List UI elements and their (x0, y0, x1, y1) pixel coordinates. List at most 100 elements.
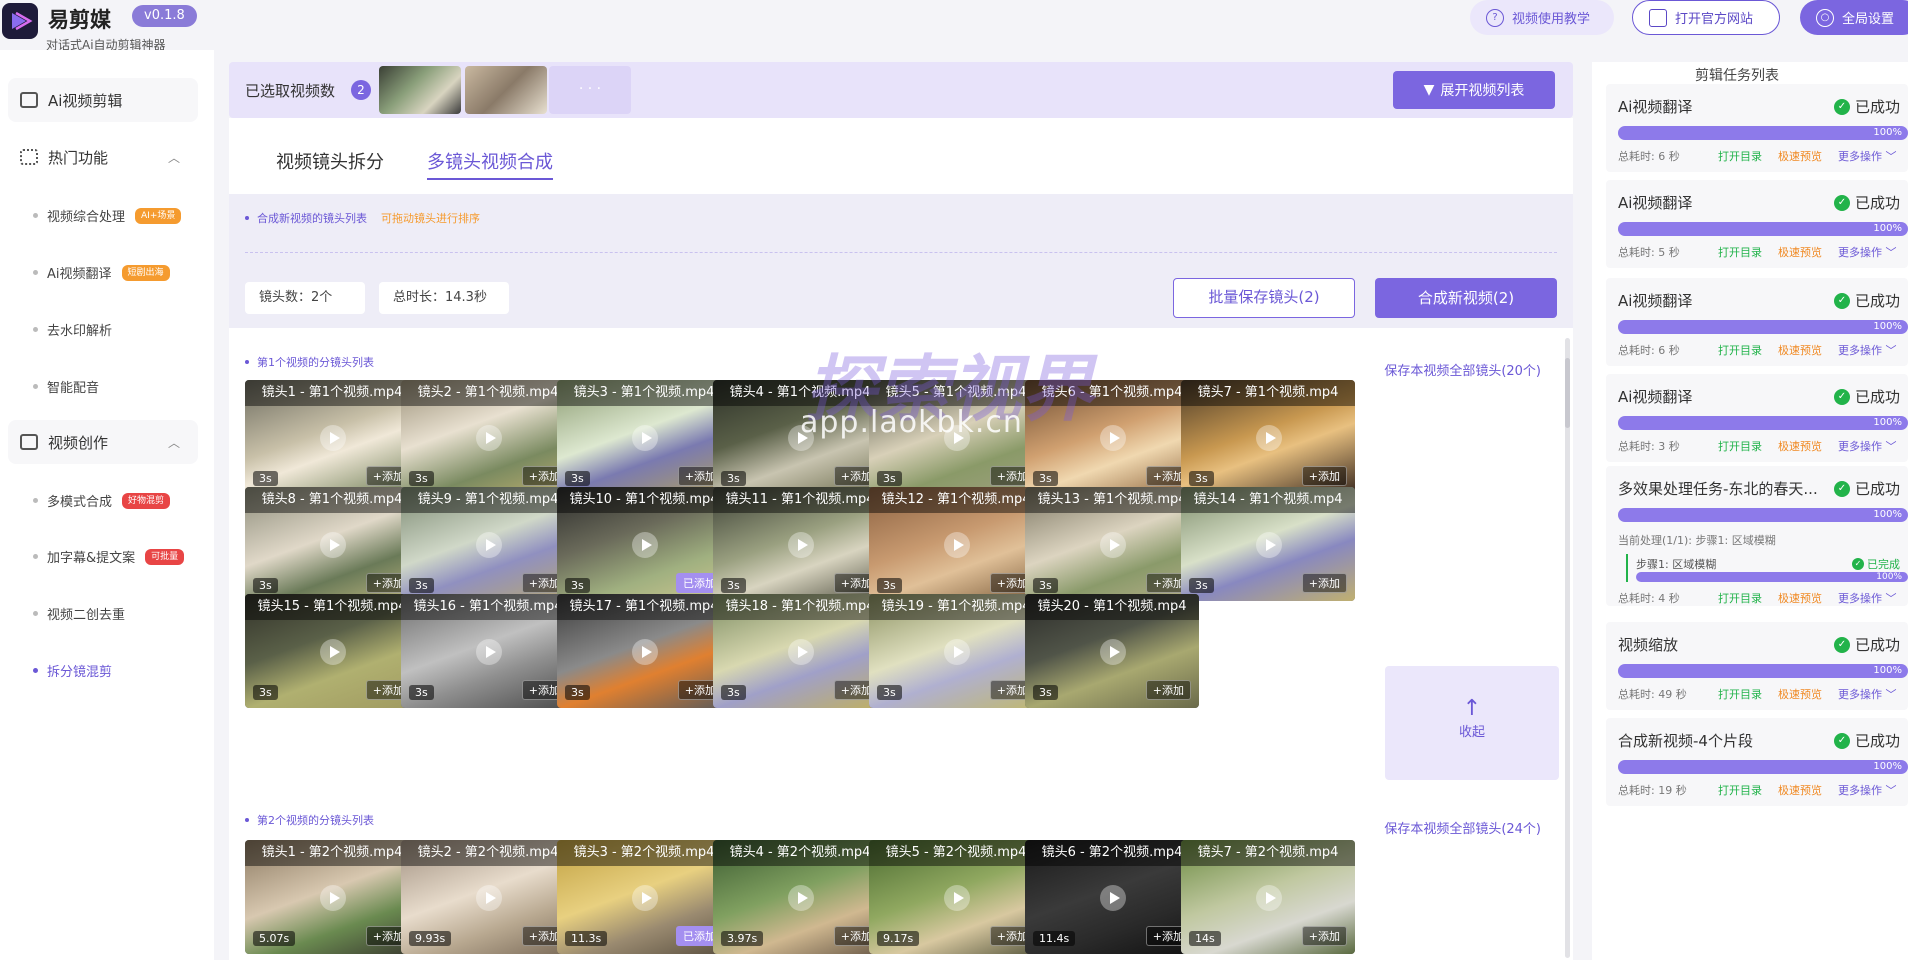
play-icon[interactable] (788, 639, 814, 665)
play-icon[interactable] (1100, 639, 1126, 665)
play-icon[interactable] (1256, 532, 1282, 558)
sidebar-item-watermark[interactable]: 去水印解析 (33, 320, 112, 339)
scrollbar[interactable] (1565, 338, 1570, 958)
selected-thumbnail[interactable] (379, 66, 461, 114)
preview-link[interactable]: 极速预览 (1778, 782, 1822, 798)
video1-save-all[interactable]: 保存本视频全部镜头(20个) (1384, 360, 1541, 379)
sidebar-item-ai-edit[interactable]: Ai视频剪辑 (8, 78, 198, 122)
clip-card[interactable]: 镜头1 - 第2个视频.mp4 5.07s +添加 (245, 840, 419, 954)
preview-link[interactable]: 极速预览 (1778, 438, 1822, 454)
clip-card[interactable]: 镜头1 - 第1个视频.mp4 3s +添加 (245, 380, 419, 494)
merge-button[interactable]: 合成新视频(2) (1375, 278, 1557, 318)
play-icon[interactable] (476, 532, 502, 558)
sidebar-item-dubbing[interactable]: 智能配音 (33, 377, 99, 396)
play-icon[interactable] (788, 532, 814, 558)
open-dir-link[interactable]: 打开目录 (1718, 782, 1762, 798)
clip-card[interactable]: 镜头3 - 第1个视频.mp4 3s +添加 (557, 380, 731, 494)
play-icon[interactable] (476, 885, 502, 911)
clip-card[interactable]: 镜头18 - 第1个视频.mp4 3s +添加 (713, 594, 887, 708)
add-clip-button[interactable]: +添加 (1145, 680, 1191, 700)
open-dir-link[interactable]: 打开目录 (1718, 342, 1762, 358)
play-icon[interactable] (476, 425, 502, 451)
more-actions-link[interactable]: 更多操作 ﹀ (1838, 244, 1897, 260)
tab-split[interactable]: 视频镜头拆分 (276, 148, 384, 174)
clip-card[interactable]: 镜头2 - 第1个视频.mp4 3s +添加 (401, 380, 575, 494)
add-clip-button[interactable]: +添加 (1301, 573, 1347, 593)
website-button[interactable]: 打开官方网站 (1632, 0, 1780, 35)
drop-zone[interactable] (245, 252, 1557, 253)
clip-card[interactable]: 镜头7 - 第2个视频.mp4 14s +添加 (1181, 840, 1355, 954)
clip-card[interactable]: 镜头19 - 第1个视频.mp4 3s +添加 (869, 594, 1043, 708)
play-icon[interactable] (320, 532, 346, 558)
sidebar-item-video-process[interactable]: 视频综合处理 AI+场景 (33, 206, 182, 225)
play-icon[interactable] (1100, 532, 1126, 558)
preview-link[interactable]: 极速预览 (1778, 686, 1822, 702)
more-actions-link[interactable]: 更多操作 ﹀ (1838, 782, 1897, 798)
more-actions-link[interactable]: 更多操作 ﹀ (1838, 342, 1897, 358)
play-icon[interactable] (1256, 425, 1282, 451)
open-dir-link[interactable]: 打开目录 (1718, 148, 1762, 164)
sidebar-group-hot[interactable]: 热门功能 ︿ (8, 135, 198, 179)
play-icon[interactable] (320, 639, 346, 665)
add-clip-button[interactable]: +添加 (1301, 926, 1347, 946)
clip-card[interactable]: 镜头2 - 第2个视频.mp4 9.93s +添加 (401, 840, 575, 954)
play-icon[interactable] (632, 639, 658, 665)
sidebar-group-create[interactable]: 视频创作 ︿ (8, 420, 198, 464)
more-actions-link[interactable]: 更多操作 ﹀ (1838, 148, 1897, 164)
clip-card[interactable]: 镜头17 - 第1个视频.mp4 3s +添加 (557, 594, 731, 708)
clip-card[interactable]: 镜头4 - 第2个视频.mp4 3.97s +添加 (713, 840, 887, 954)
preview-link[interactable]: 极速预览 (1778, 244, 1822, 260)
more-actions-link[interactable]: 更多操作 ﹀ (1838, 686, 1897, 702)
clip-card[interactable]: 镜头3 - 第2个视频.mp4 11.3s 已添加 (557, 840, 731, 954)
more-actions-link[interactable]: 更多操作 ﹀ (1838, 438, 1897, 454)
play-icon[interactable] (632, 532, 658, 558)
clip-card[interactable]: 镜头9 - 第1个视频.mp4 3s +添加 (401, 487, 575, 601)
add-clip-button[interactable]: +添加 (1301, 466, 1347, 486)
selection-more[interactable]: · · · (549, 66, 631, 114)
collapse-button[interactable]: ↑ 收起 (1385, 666, 1559, 780)
tutorial-button[interactable]: ? 视频使用教学 (1470, 0, 1614, 35)
clip-card[interactable]: 镜头14 - 第1个视频.mp4 3s +添加 (1181, 487, 1355, 601)
clip-card[interactable]: 镜头15 - 第1个视频.mp4 3s +添加 (245, 594, 419, 708)
clip-card[interactable]: 镜头11 - 第1个视频.mp4 3s +添加 (713, 487, 887, 601)
clip-card[interactable]: 镜头5 - 第2个视频.mp4 9.17s +添加 (869, 840, 1043, 954)
play-icon[interactable] (944, 639, 970, 665)
open-dir-link[interactable]: 打开目录 (1718, 590, 1762, 606)
play-icon[interactable] (1100, 425, 1126, 451)
sidebar-item-ai-translate[interactable]: Ai视频翻译 短剧出海 (33, 263, 170, 282)
clip-card[interactable]: 镜头8 - 第1个视频.mp4 3s +添加 (245, 487, 419, 601)
play-icon[interactable] (320, 425, 346, 451)
sidebar-item-split-mix[interactable]: 拆分镜混剪 (33, 661, 112, 680)
batch-save-button[interactable]: 批量保存镜头(2) (1173, 278, 1355, 318)
preview-link[interactable]: 极速预览 (1778, 342, 1822, 358)
play-icon[interactable] (944, 532, 970, 558)
play-icon[interactable] (944, 885, 970, 911)
clip-card[interactable]: 镜头6 - 第2个视频.mp4 11.4s +添加 (1025, 840, 1199, 954)
clip-card[interactable]: 镜头12 - 第1个视频.mp4 3s +添加 (869, 487, 1043, 601)
open-dir-link[interactable]: 打开目录 (1718, 244, 1762, 260)
play-icon[interactable] (788, 885, 814, 911)
sidebar-item-multi-mode[interactable]: 多模式合成 好物混剪 (33, 491, 171, 510)
play-icon[interactable] (476, 639, 502, 665)
open-dir-link[interactable]: 打开目录 (1718, 686, 1762, 702)
preview-link[interactable]: 极速预览 (1778, 148, 1822, 164)
preview-link[interactable]: 极速预览 (1778, 590, 1822, 606)
more-actions-link[interactable]: 更多操作 ﹀ (1838, 590, 1897, 606)
expand-list-button[interactable]: ▼ 展开视频列表 (1393, 71, 1555, 109)
play-icon[interactable] (1256, 885, 1282, 911)
sidebar-item-dedupe[interactable]: 视频二创去重 (33, 604, 125, 623)
play-icon[interactable] (632, 885, 658, 911)
tab-merge[interactable]: 多镜头视频合成 (427, 148, 553, 180)
play-icon[interactable] (632, 425, 658, 451)
sidebar-item-subtitles[interactable]: 加字幕&提文案 可批量 (33, 547, 185, 566)
clip-card[interactable]: 镜头20 - 第1个视频.mp4 3s +添加 (1025, 594, 1199, 708)
settings-button[interactable]: ○ 全局设置 (1800, 0, 1908, 35)
clip-card[interactable]: 镜头16 - 第1个视频.mp4 3s +添加 (401, 594, 575, 708)
clip-card[interactable]: 镜头7 - 第1个视频.mp4 3s +添加 (1181, 380, 1355, 494)
open-dir-link[interactable]: 打开目录 (1718, 438, 1762, 454)
clip-card[interactable]: 镜头13 - 第1个视频.mp4 3s +添加 (1025, 487, 1199, 601)
play-icon[interactable] (1100, 885, 1126, 911)
clip-card[interactable]: 镜头10 - 第1个视频.mp4 3s 已添加 (557, 487, 731, 601)
video2-save-all[interactable]: 保存本视频全部镜头(24个) (1384, 818, 1541, 837)
selected-thumbnail[interactable] (465, 66, 547, 114)
